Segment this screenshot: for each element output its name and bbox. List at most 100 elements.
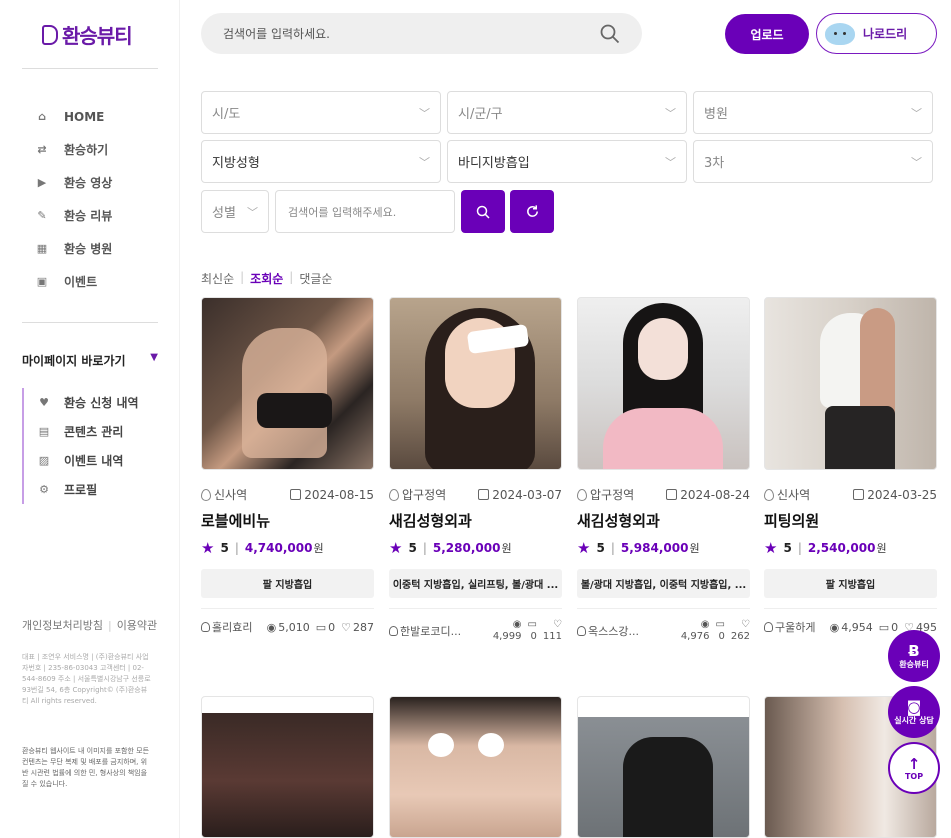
search-icon[interactable] <box>600 24 620 44</box>
nav-item-hospital[interactable]: ▦ 환승 병원 <box>36 232 113 265</box>
filter-search-button[interactable] <box>461 190 505 233</box>
sort-latest[interactable]: 최신순 <box>201 270 234 287</box>
eye-icon: ◉ <box>512 619 522 630</box>
brand-logo[interactable]: 환승뷰티 <box>42 20 133 49</box>
procedure-tag: 볼/광대 지방흡입, 이중턱 지방흡입, ... <box>577 569 750 598</box>
rating-price: ★ 5 | 5,280,000 원 <box>389 539 512 557</box>
search-bar[interactable]: 검색어를 입력하세요. <box>201 13 642 54</box>
chevron-down-icon: ﹀ <box>911 155 922 169</box>
category1-select[interactable]: 지방성형 ﹀ <box>201 140 441 183</box>
arrow-up-icon: ↑ <box>907 754 921 773</box>
sido-select[interactable]: 시/도 ﹀ <box>201 91 441 134</box>
select-value: 병원 <box>704 107 728 122</box>
review-card[interactable]: 신사역 2024-08-15 로블에비뉴 ★ 5 | 4,740,000 원 팔 지방흡입… <box>201 297 374 635</box>
date: 2024-03-07 <box>478 486 562 503</box>
scroll-top-button[interactable]: ↑ TOP <box>888 742 940 794</box>
nav-item-exchange[interactable]: ⇄ 환승하기 <box>36 133 112 166</box>
gift-icon: ▣ <box>36 274 48 288</box>
review-thumbnail[interactable] <box>389 297 562 470</box>
select-value: 시/도 <box>212 107 241 122</box>
review-card[interactable]: 신사역 2024-03-25 피팅의원 ★ 5 | 2,540,000 원 팔 지방흡입 … <box>764 297 937 635</box>
review-thumbnail[interactable] <box>389 696 562 838</box>
eye-icon: ◉ <box>829 620 840 634</box>
select-value: 시/군/구 <box>458 107 503 122</box>
nav-label: 환승 리뷰 <box>64 209 113 223</box>
hospital-name: 새김성형외과 <box>389 512 472 530</box>
eye-icon: ◉ <box>700 619 710 630</box>
comment-count: ▭ 0 <box>527 619 537 642</box>
search-icon <box>476 205 490 219</box>
sort-comments[interactable]: 댓글순 <box>299 270 332 287</box>
nav-label: 환승하기 <box>64 143 109 157</box>
hospital-name: 피팅의원 <box>764 512 820 530</box>
upload-button[interactable]: 업로드 <box>725 14 809 54</box>
select-value: 성별 <box>212 206 236 221</box>
user-icon <box>201 622 210 632</box>
user-menu-button[interactable]: 나로드리 <box>816 13 937 54</box>
mypage-item-profile[interactable]: ⚙ 프로필 <box>38 475 139 504</box>
gear-icon: ⚙ <box>39 482 49 496</box>
search-input[interactable]: 검색어를 입력하세요. <box>223 25 600 42</box>
category3-select[interactable]: 3차 ﹀ <box>693 140 933 183</box>
review-thumbnail[interactable] <box>577 297 750 470</box>
category2-select[interactable]: 바디지방흡입 ﹀ <box>447 140 687 183</box>
comment-count: ▭ 0 <box>315 620 336 634</box>
mypage-list: ♥ 환승 신청 내역 ▤ 콘텐츠 관리 ▨ 이벤트 내역 ⚙ 프로필 <box>22 388 139 504</box>
divider <box>22 68 158 69</box>
company-info: 대표 | 조연우 서비스명 | (주)환승뷰티 사업자번호 | 235-86-0… <box>22 653 151 705</box>
nav-label: 환승 병원 <box>64 242 113 256</box>
home-icon: ⌂ <box>38 109 46 123</box>
view-count: ◉ 4,954 <box>829 620 873 634</box>
location: 압구정역 <box>577 486 634 503</box>
review-thumbnail[interactable] <box>201 297 374 470</box>
nav-item-video[interactable]: ▶ 환승 영상 <box>36 166 113 199</box>
nav-item-review[interactable]: ✎ 환승 리뷰 <box>36 199 112 232</box>
keyword-input[interactable]: 검색어를 입력해주세요. <box>275 190 455 233</box>
privacy-link[interactable]: 개인정보처리방침 <box>22 619 103 632</box>
terms-link[interactable]: 이용약관 <box>117 619 157 632</box>
footer-links: 개인정보처리방침 | 이용약관 <box>22 619 158 632</box>
mypage-label: 이벤트 내역 <box>64 454 124 468</box>
author: 한발로코디... <box>389 623 487 639</box>
eye-icon: ◉ <box>266 620 277 634</box>
hospital-select[interactable]: 병원 ﹀ <box>693 91 933 134</box>
review-thumbnail[interactable] <box>577 696 750 838</box>
nav-item-home[interactable]: ⌂ HOME <box>36 100 112 133</box>
heart-icon: ♡ <box>741 619 750 630</box>
logo-mark-icon <box>42 24 58 45</box>
star-icon: ★ <box>201 539 215 557</box>
mypage-item-requests[interactable]: ♥ 환승 신청 내역 <box>38 388 139 417</box>
review-card[interactable]: 압구정역 2024-08-24 새김성형외과 ★ 5 | 5,984,000 원 볼/광대… <box>577 297 750 643</box>
mypage-title: 마이페이지 바로가기 <box>22 354 126 368</box>
pin-icon <box>389 488 399 501</box>
date: 2024-08-24 <box>666 486 750 503</box>
user-icon <box>577 626 586 636</box>
view-count: ◉ 4,999 <box>492 619 522 642</box>
video-icon: ▶ <box>37 175 47 189</box>
mypage-item-events[interactable]: ▨ 이벤트 내역 <box>38 446 139 475</box>
review-thumbnail[interactable] <box>764 297 937 470</box>
mypage-item-contents[interactable]: ▤ 콘텐츠 관리 <box>38 417 139 446</box>
star-icon: ★ <box>764 539 778 557</box>
view-count: ◉ 5,010 <box>266 620 310 634</box>
nav-item-event[interactable]: ▣ 이벤트 <box>36 265 112 298</box>
chevron-down-icon: ﹀ <box>247 205 258 219</box>
review-thumbnail[interactable] <box>201 696 374 838</box>
sort-views[interactable]: 조회순 <box>250 270 283 287</box>
sigungu-select[interactable]: 시/군/구 ﹀ <box>447 91 687 134</box>
pin-icon <box>764 488 774 501</box>
gender-select[interactable]: 성별 ﹀ <box>201 190 269 233</box>
reset-button[interactable] <box>510 190 554 233</box>
mypage-toggle[interactable]: 마이페이지 바로가기 ▼ <box>22 352 158 369</box>
exchange-icon: ⇄ <box>37 142 47 156</box>
card-stats: 옥스스강... ◉ 4,976 ▭ 0 ♡ 262 <box>577 608 750 643</box>
like-count: ♡ 287 <box>341 620 374 634</box>
select-value: 바디지방흡입 <box>458 156 530 171</box>
live-chat-button[interactable]: ◙ 실시간 상담 <box>888 686 940 738</box>
review-card[interactable]: 압구정역 2024-03-07 새김성형외과 ★ 5 | 5,280,000 원 이중턱 … <box>389 297 562 643</box>
star-icon: ★ <box>389 539 403 557</box>
pen-icon: ✎ <box>37 208 47 222</box>
card-stats: 홀리효리 ◉ 5,010 ▭ 0 ♡ 287 <box>201 608 374 635</box>
calendar-icon <box>290 489 302 500</box>
brand-float-button[interactable]: Ƀ 환승뷰티 <box>888 630 940 682</box>
